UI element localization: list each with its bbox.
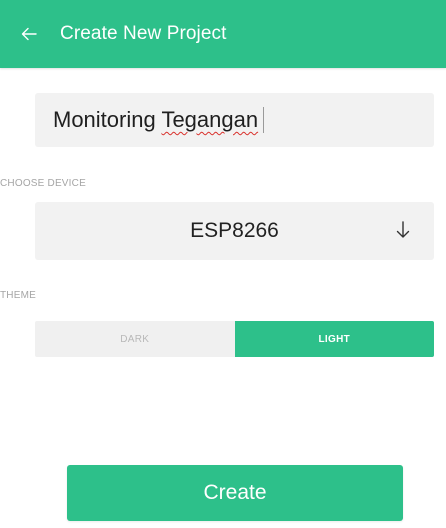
theme-label: THEME bbox=[0, 290, 36, 301]
project-name-input[interactable]: Monitoring Tegangan bbox=[35, 93, 434, 147]
project-name-second-word: Tegangan bbox=[161, 107, 259, 132]
back-button[interactable] bbox=[0, 0, 58, 68]
create-project-screen: Create New Project Monitoring Tegangan C… bbox=[0, 0, 446, 528]
theme-toggle: DARK LIGHT bbox=[35, 321, 434, 357]
arrow-left-icon bbox=[21, 27, 37, 41]
theme-option-light[interactable]: LIGHT bbox=[234, 321, 434, 357]
device-dropdown[interactable]: ESP8266 bbox=[35, 202, 434, 260]
project-name-first-word: Monitoring bbox=[53, 107, 156, 132]
theme-option-dark[interactable]: DARK bbox=[35, 321, 235, 357]
page-title: Create New Project bbox=[60, 23, 227, 44]
choose-device-label: CHOOSE DEVICE bbox=[0, 178, 86, 189]
device-selected-value: ESP8266 bbox=[190, 219, 279, 242]
arrow-down-icon bbox=[396, 220, 410, 240]
app-bar: Create New Project bbox=[0, 0, 446, 68]
project-name-value: Monitoring Tegangan bbox=[53, 107, 258, 133]
create-button[interactable]: Create bbox=[67, 465, 403, 521]
text-cursor bbox=[263, 107, 265, 133]
